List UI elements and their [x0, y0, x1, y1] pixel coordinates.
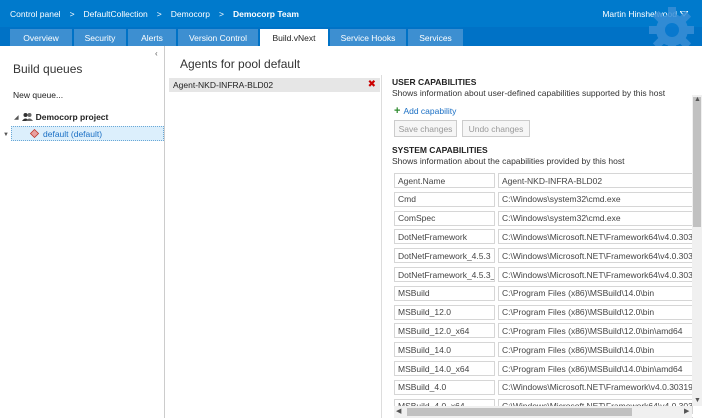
add-capability-label: Add capability — [403, 106, 457, 116]
capability-name[interactable]: DotNetFramework_4.5.3 — [394, 248, 495, 264]
tab-services[interactable]: Services — [408, 29, 463, 46]
undo-changes-button[interactable]: Undo changes — [462, 120, 530, 137]
breadcrumb-default-collection[interactable]: DefaultCollection — [84, 9, 148, 19]
capability-row: MSBuild_12.0 C:\Program Files (x86)\MSBui… — [394, 304, 693, 320]
build-queues-panel: ‹ Build queues New queue... ◢ Democorp p… — [0, 46, 165, 418]
capability-value[interactable]: C:\Program Files (x86)\MSBuild\14.0\bin\… — [498, 361, 693, 376]
gear-icon — [649, 7, 694, 46]
capabilities-panel: USER CAPABILITIES Shows information abou… — [384, 75, 702, 418]
breadcrumb-separator: > — [69, 9, 75, 19]
user-capabilities-title: USER CAPABILITIES — [392, 77, 477, 87]
agent-name: Agent-NKD-INFRA-BLD02 — [173, 80, 274, 90]
breadcrumb-democorp[interactable]: Democorp — [171, 9, 210, 19]
capability-name[interactable]: MSBuild_12.0 — [394, 304, 495, 320]
queue-icon — [30, 129, 39, 138]
scroll-right-icon[interactable]: ▶ — [684, 407, 689, 415]
capability-name[interactable]: MSBuild — [394, 285, 495, 301]
plus-icon: + — [394, 105, 401, 117]
project-name: Democorp project — [35, 112, 109, 122]
capability-name[interactable]: Agent.Name — [394, 173, 495, 188]
capability-row: Agent.Name Agent-NKD-INFRA-BLD02 — [394, 173, 693, 188]
system-capabilities-description: Shows information about the capabilities… — [392, 156, 625, 166]
agent-list: Agent-NKD-INFRA-BLD02 ✖ — [167, 75, 382, 418]
capability-value[interactable]: C:\Windows\Microsoft.NET\Framework64\v4.… — [498, 267, 693, 282]
new-queue-link[interactable]: New queue... — [13, 90, 63, 100]
breadcrumb-control-panel[interactable]: Control panel — [10, 9, 61, 19]
queue-name: default (default) — [43, 128, 103, 139]
capability-name[interactable]: Cmd — [394, 191, 495, 207]
top-bar: Control panel > DefaultCollection > Demo… — [0, 0, 702, 27]
capability-row: MSBuild_14.0 C:\Program Files (x86)\MSBui… — [394, 342, 693, 358]
capability-row: MSBuild_12.0_x64 C:\Program Files (x86)\M… — [394, 323, 693, 339]
vertical-scroll-thumb[interactable] — [693, 97, 701, 227]
add-capability-button[interactable]: + Add capability — [394, 105, 457, 117]
capability-name[interactable]: DotNetFramework_4.5.3_x64 — [394, 267, 495, 282]
capability-row: MSBuild C:\Program Files (x86)\MSBuild\14… — [394, 285, 693, 301]
horizontal-scroll-thumb[interactable] — [407, 408, 632, 416]
admin-tabs: Overview Security Alerts Version Control… — [0, 27, 702, 46]
breadcrumb: Control panel > DefaultCollection > Demo… — [10, 9, 299, 19]
capability-row: MSBuild_4.0 C:\Windows\Microsoft.NET\Fram… — [394, 379, 693, 395]
capability-name[interactable]: MSBuild_14.0_x64 — [394, 361, 495, 376]
collapse-panel-icon[interactable]: ‹ — [155, 49, 158, 58]
capability-row: ComSpec C:\Windows\system32\cmd.exe — [394, 210, 693, 226]
breadcrumb-separator: > — [218, 9, 224, 19]
team-project-icon — [21, 113, 33, 121]
system-capabilities-title: SYSTEM CAPABILITIES — [392, 145, 488, 155]
capability-name[interactable]: MSBuild_12.0_x64 — [394, 323, 495, 339]
capability-name[interactable]: MSBuild_14.0 — [394, 342, 495, 358]
tab-overview[interactable]: Overview — [10, 29, 72, 46]
expand-triangle-icon[interactable]: ◢ — [14, 114, 19, 121]
tab-version-control[interactable]: Version Control — [178, 29, 258, 46]
user-capabilities-description: Shows information about user-defined cap… — [392, 88, 666, 98]
capability-row: Cmd C:\Windows\system32\cmd.exe — [394, 191, 693, 207]
tab-alerts[interactable]: Alerts — [128, 29, 176, 46]
capability-value[interactable]: C:\Program Files (x86)\MSBuild\12.0\bin\… — [498, 323, 693, 339]
capability-value[interactable]: C:\Program Files (x86)\MSBuild\14.0\bin — [498, 342, 693, 358]
capability-value[interactable]: C:\Program Files (x86)\MSBuild\14.0\bin — [498, 285, 693, 301]
capability-value[interactable]: C:\Windows\Microsoft.NET\Framework64\v4.… — [498, 229, 693, 245]
capability-value[interactable]: C:\Windows\Microsoft.NET\Framework\v4.0.… — [498, 379, 693, 395]
agent-row[interactable]: Agent-NKD-INFRA-BLD02 ✖ — [169, 78, 380, 92]
breadcrumb-current: Democorp Team — [232, 9, 299, 19]
tab-build-vnext[interactable]: Build.vNext — [260, 29, 328, 46]
scroll-left-icon[interactable]: ◀ — [396, 407, 401, 415]
capability-value[interactable]: Agent-NKD-INFRA-BLD02 — [498, 173, 693, 188]
capability-name[interactable]: MSBuild_4.0 — [394, 379, 495, 395]
breadcrumb-separator: > — [156, 9, 162, 19]
capability-row: DotNetFramework C:\Windows\Microsoft.NET\… — [394, 229, 693, 245]
capability-value[interactable]: C:\Windows\system32\cmd.exe — [498, 210, 693, 226]
scroll-down-icon[interactable]: ▼ — [694, 397, 701, 404]
caret-right-icon: ▼ — [3, 132, 9, 138]
capability-name[interactable]: DotNetFramework — [394, 229, 495, 245]
capability-value[interactable]: C:\Program Files (x86)\MSBuild\12.0\bin — [498, 304, 693, 320]
capability-row: MSBuild_14.0_x64 C:\Program Files (x86)\M… — [394, 361, 693, 376]
project-node[interactable]: ◢ Democorp project — [14, 112, 108, 122]
queue-item-default[interactable]: default (default) — [11, 126, 164, 141]
capability-row: DotNetFramework_4.5.3_x64C:\Windows\Micr… — [394, 267, 693, 282]
capability-value[interactable]: C:\Windows\Microsoft.NET\Framework64\v4.… — [498, 248, 693, 264]
page-title: Agents for pool default — [180, 57, 301, 71]
capability-value[interactable]: C:\Windows\system32\cmd.exe — [498, 191, 693, 207]
capability-name[interactable]: ComSpec — [394, 210, 495, 226]
tab-service-hooks[interactable]: Service Hooks — [330, 29, 406, 46]
panel-title: Build queues — [13, 62, 83, 76]
tab-security[interactable]: Security — [74, 29, 126, 46]
delete-icon[interactable]: ✖ — [368, 79, 376, 90]
save-changes-button[interactable]: Save changes — [394, 120, 457, 137]
scroll-up-icon[interactable]: ▲ — [694, 96, 701, 103]
capability-row: DotNetFramework_4.5.3 C:\Windows\Microsof… — [394, 248, 693, 264]
